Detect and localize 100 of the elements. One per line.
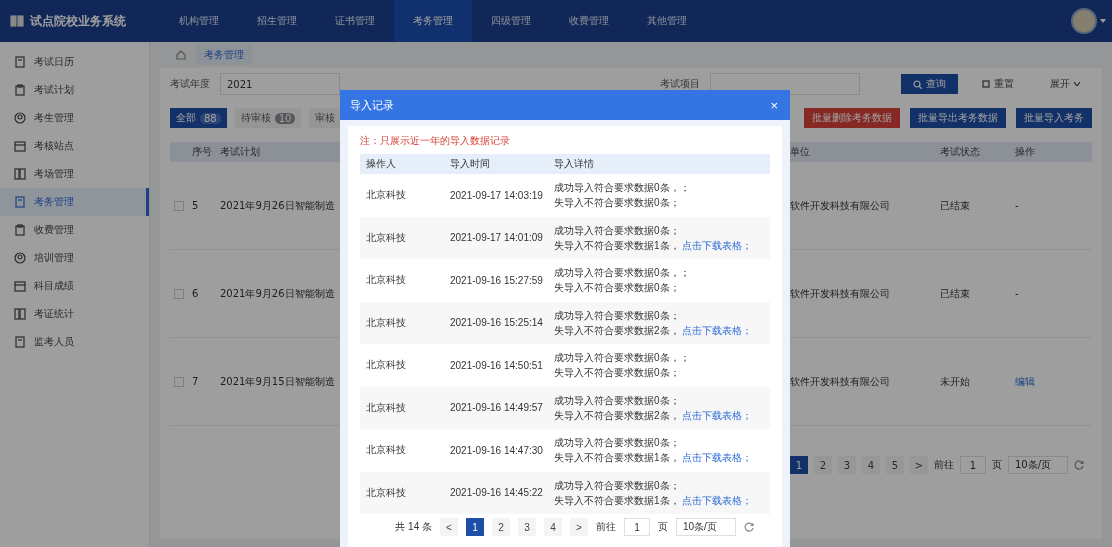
note-text: 注：只展示近一年的导入数据记录: [360, 134, 510, 148]
detail-text: 失导入不符合要求数据2条，: [554, 409, 680, 421]
count-badge: 88: [200, 112, 221, 124]
page-button[interactable]: 3: [838, 456, 856, 474]
search-button[interactable]: 查询: [901, 74, 958, 94]
table-cell-text: 北京科技: [366, 188, 407, 203]
sidebar-item[interactable]: 考证统计: [0, 300, 149, 328]
column-header: 考试计划: [220, 145, 261, 159]
checkbox[interactable]: [174, 288, 184, 299]
sidebar-item[interactable]: 考试日历: [0, 48, 149, 76]
breadcrumb-tag[interactable]: 考务管理: [196, 45, 252, 65]
column-header: 操作: [1015, 145, 1036, 159]
page-unit: 页: [658, 520, 668, 534]
sidebar-item[interactable]: 收费管理: [0, 216, 149, 244]
page-size-select[interactable]: 10条/页: [1008, 456, 1068, 474]
import-button[interactable]: 批量导入考务: [1016, 108, 1092, 128]
page-button[interactable]: 1: [790, 456, 808, 474]
status-tab[interactable]: 全部 88: [170, 108, 227, 128]
sidebar-item[interactable]: 考试计划: [0, 76, 149, 104]
panel-icon: [14, 168, 26, 180]
status-tab[interactable]: 待审核 10: [234, 108, 302, 128]
nav-tab[interactable]: 证书管理: [316, 0, 394, 42]
nav-tab[interactable]: 四级管理: [472, 0, 550, 42]
sidebar-item[interactable]: 考场管理: [0, 160, 149, 188]
prev-page-button[interactable]: <: [440, 518, 458, 536]
page-button[interactable]: 1: [466, 518, 484, 536]
count-badge: 10: [274, 112, 296, 124]
table-cell-text: 2021-09-16 14:45:22: [450, 487, 544, 499]
page-button[interactable]: 4: [544, 518, 562, 536]
page-size-select[interactable]: 10条/页: [676, 518, 736, 536]
table-cell-text: 2021年9月15日智能制造: [220, 374, 336, 389]
page-unit: 页: [992, 458, 1002, 472]
sidebar-item[interactable]: 考生管理: [0, 104, 149, 132]
detail-text: 失导入不符合要求数据2条，: [554, 324, 680, 336]
book-icon: [10, 15, 24, 27]
user-circle-icon: [14, 112, 26, 124]
total-count: 共 14 条: [395, 520, 432, 534]
sidebar-item[interactable]: 培训管理: [0, 244, 149, 272]
home-icon: [176, 50, 186, 60]
nav-tab[interactable]: 招生管理: [238, 0, 316, 42]
sidebar-item[interactable]: 科目成绩: [0, 272, 149, 300]
column-header: 单位: [790, 145, 811, 159]
table-cell-text: 北京科技: [366, 485, 407, 500]
page-button[interactable]: 5: [886, 456, 904, 474]
page-button[interactable]: 4: [862, 456, 880, 474]
edit-link[interactable]: 编辑: [1015, 374, 1065, 389]
page-input[interactable]: 1: [960, 456, 986, 474]
checkbox[interactable]: [174, 376, 184, 387]
next-page-button[interactable]: >: [570, 518, 588, 536]
checkbox[interactable]: [174, 200, 184, 211]
table-cell-text: 2021-09-17 14:01:09: [450, 232, 544, 244]
download-link[interactable]: 点击下载表格；: [682, 409, 753, 421]
download-link[interactable]: 点击下载表格；: [682, 494, 753, 506]
filter-label: 考试项目: [660, 77, 700, 91]
table-cell-text: 北京科技: [366, 230, 407, 245]
table-cell-text: -: [1015, 288, 1020, 299]
table-cell-text: 北京科技: [366, 273, 407, 288]
close-button[interactable]: ×: [768, 97, 780, 113]
delete-button[interactable]: 批量删除考务数据: [804, 108, 900, 128]
column-header: 考试状态: [940, 145, 981, 159]
nav-tab[interactable]: 其他管理: [628, 0, 706, 42]
table-cell-text: 7: [192, 376, 200, 387]
export-button[interactable]: 批量导出考务数据: [910, 108, 1006, 128]
detail-text: 成功导入符合要求数据0条，；: [554, 182, 690, 194]
sidebar-item[interactable]: 监考人员: [0, 328, 149, 356]
next-page-button[interactable]: >: [910, 456, 928, 474]
table-cell-text: 2021-09-16 15:25:14: [450, 317, 544, 329]
search-icon: [913, 79, 922, 89]
page-button[interactable]: 3: [518, 518, 536, 536]
status-tab[interactable]: 审核: [309, 108, 342, 128]
page-button[interactable]: 2: [814, 456, 832, 474]
table-cell-text: 2021-09-17 14:03:19: [450, 189, 544, 201]
table-cell-text: 2021年9月26日智能制造: [220, 286, 336, 301]
sidebar-item[interactable]: 考核站点: [0, 132, 149, 160]
calendar-icon: [14, 280, 26, 292]
nav-tab[interactable]: 收费管理: [550, 0, 628, 42]
page-button[interactable]: 2: [492, 518, 510, 536]
download-link[interactable]: 点击下载表格；: [682, 239, 753, 251]
download-link[interactable]: 点击下载表格；: [682, 452, 753, 464]
table-cell-text: 2021-09-16 14:47:30: [450, 444, 544, 456]
column-header: 序号: [192, 145, 213, 159]
nav-tab[interactable]: 机构管理: [160, 0, 238, 42]
nav-tab[interactable]: 考务管理: [394, 0, 472, 42]
column-header: 导入时间: [450, 157, 491, 171]
table-cell-text: 北京科技: [366, 400, 407, 415]
table-cell-text: 北京科技: [366, 443, 407, 458]
column-header: 导入详情: [554, 157, 595, 171]
sidebar-item[interactable]: 考务管理: [0, 188, 149, 216]
avatar[interactable]: [1071, 8, 1097, 34]
detail-text: 成功导入符合要求数据0条，；: [554, 267, 690, 279]
reset-icon: [982, 80, 990, 88]
download-link[interactable]: 点击下载表格；: [682, 324, 753, 336]
filter-label: 考试年度: [170, 77, 210, 91]
detail-text: 失导入不符合要求数据0条；: [554, 197, 680, 209]
table-cell-text: 北京科技: [366, 358, 407, 373]
input-field[interactable]: 2021: [220, 73, 340, 95]
page-input[interactable]: 1: [624, 518, 650, 536]
table-cell-text: 未开始: [940, 374, 971, 389]
detail-text: 失导入不符合要求数据1条，: [554, 494, 680, 506]
table-cell-text: 2021-09-16 14:49:57: [450, 402, 544, 414]
